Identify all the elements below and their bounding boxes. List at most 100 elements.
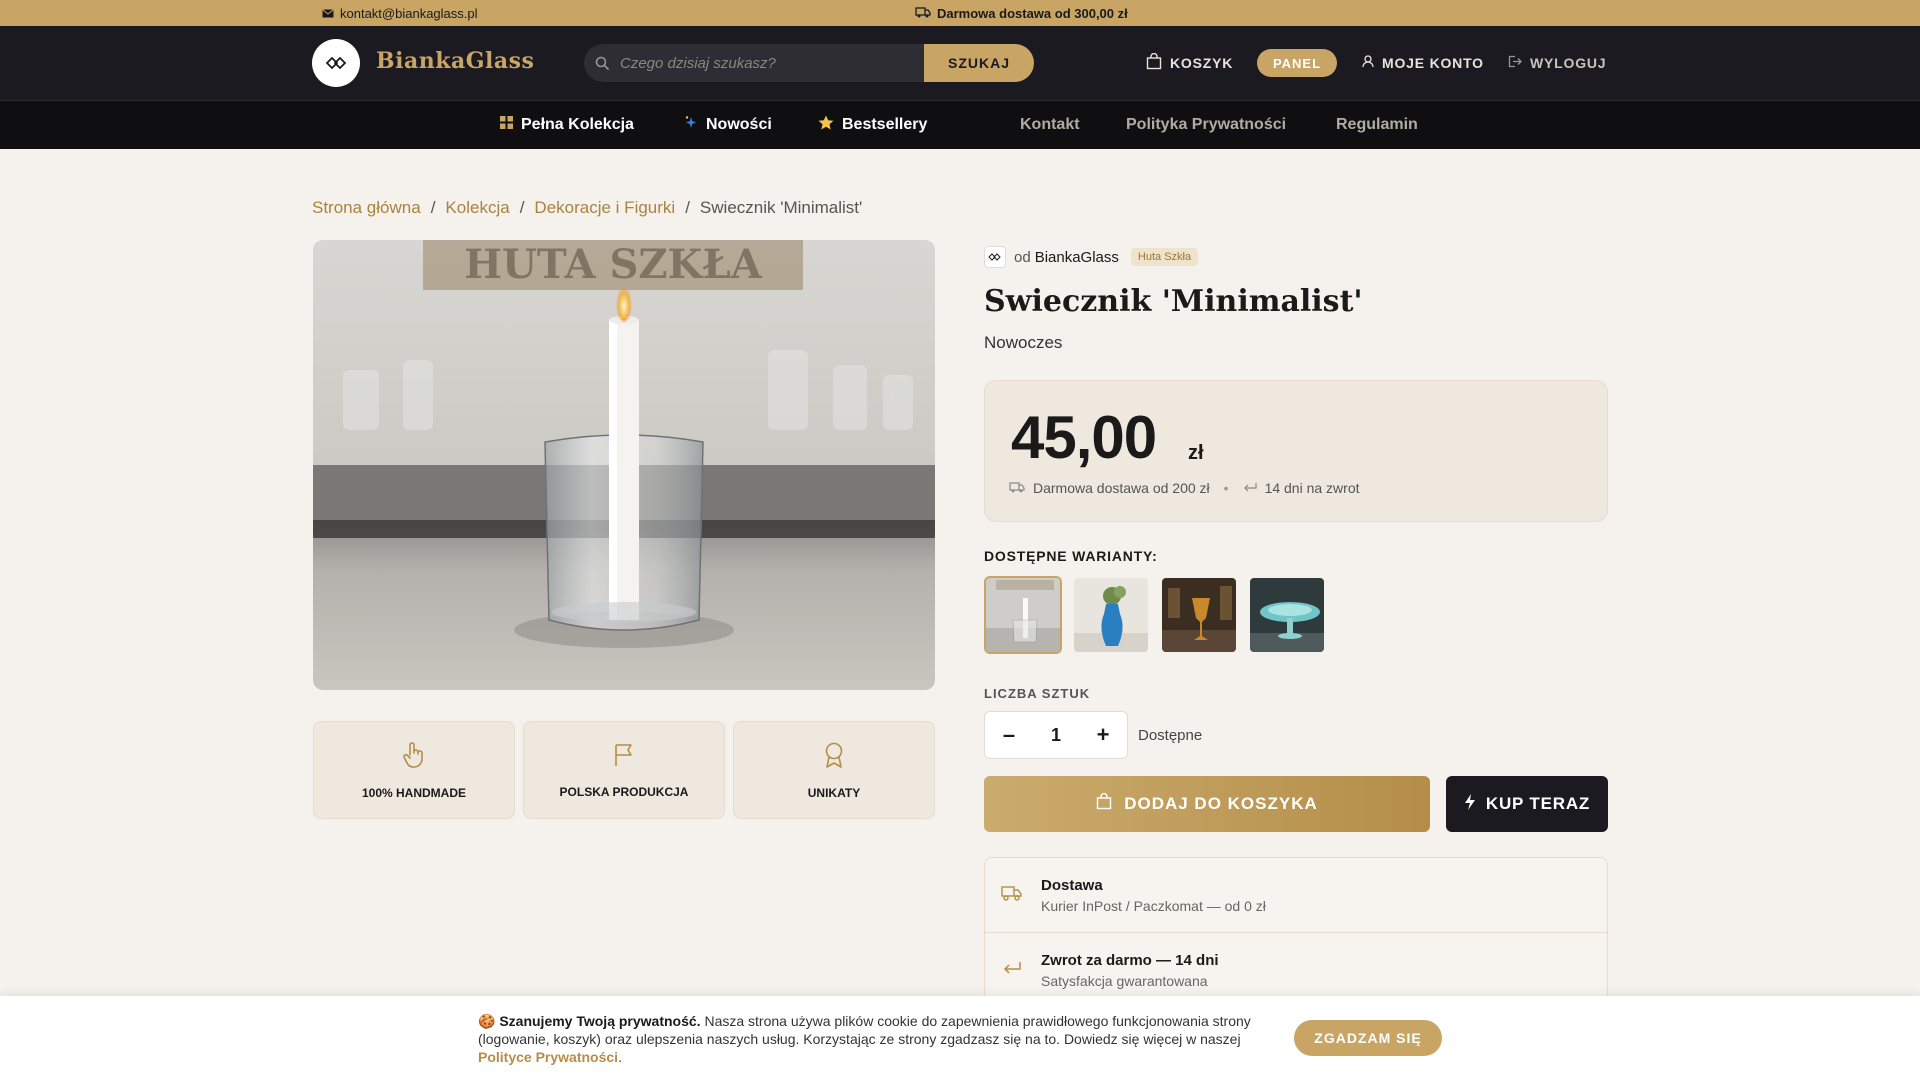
vendor-name[interactable]: BiankaGlass — [1035, 249, 1119, 266]
add-to-cart-button[interactable]: DODAJ DO KOSZYKA — [984, 776, 1430, 832]
product-image[interactable]: HUTA SZKŁA — [313, 240, 935, 690]
quantity-value[interactable]: 1 — [1033, 725, 1079, 746]
nav-new[interactable]: Nowości — [684, 101, 772, 149]
hand-icon — [401, 741, 427, 774]
feature-polish-production: POLSKA PRODUKCJA — [523, 721, 725, 819]
search-icon — [584, 44, 620, 82]
cookie-period: . — [618, 1049, 622, 1065]
grid-icon — [500, 116, 513, 134]
nav-full-collection-label: Pełna Kolekcja — [521, 116, 634, 133]
free-shipping-text: Darmowa dostawa od 200 zł — [1033, 480, 1210, 496]
buy-now-button[interactable]: KUP TERAZ — [1446, 776, 1608, 832]
top-bar: kontakt@biankaglass.pl Darmowa dostawa o… — [0, 0, 1920, 26]
product-subtitle: Nowoczes — [984, 333, 1063, 352]
add-to-cart-label: DODAJ DO KOSZYKA — [1124, 794, 1318, 813]
logo-icon — [325, 56, 347, 70]
nav-terms[interactable]: Regulamin — [1336, 101, 1418, 149]
nav-contact[interactable]: Kontakt — [1020, 101, 1080, 149]
star-icon — [818, 115, 834, 135]
site-header: BiankaGlass SZUKAJ KOSZYK PANEL MOJE KON… — [0, 26, 1920, 100]
price-currency: zł — [1188, 442, 1204, 464]
breadcrumb: Strona główna / Kolekcja / Dekoracje i F… — [312, 198, 862, 218]
nav-bestsellers-label: Bestsellery — [842, 116, 928, 133]
shopping-bag-icon — [1096, 792, 1112, 815]
logo-text[interactable]: BiankaGlass — [376, 48, 534, 74]
shipping-text: Darmowa dostawa od 300,00 zł — [937, 5, 1128, 21]
feature-label: 100% HANDMADE — [361, 785, 467, 800]
returns-text: 14 dni na zwrot — [1264, 480, 1360, 496]
vendor-logo[interactable] — [984, 246, 1006, 268]
search-bar: SZUKAJ — [584, 44, 1034, 82]
truck-icon — [1001, 885, 1023, 906]
feature-handmade: 100% HANDMADE — [313, 721, 515, 819]
product-title: Swiecznik 'Minimalist' — [984, 284, 1363, 319]
feature-label: UNIKATY — [807, 785, 861, 800]
variant-thumb-teal-bowl[interactable] — [1248, 576, 1326, 654]
nav-bestsellers[interactable]: Bestsellery — [818, 101, 927, 149]
breadcrumb-category[interactable]: Dekoracje i Figurki — [534, 198, 675, 218]
nav-full-collection[interactable]: Pełna Kolekcja — [500, 101, 634, 149]
shopping-bag-icon — [1146, 52, 1162, 73]
feature-unique: UNIKATY — [733, 721, 935, 819]
logout-icon — [1508, 55, 1522, 71]
vendor-info: od BiankaGlass Huta Szkła — [984, 246, 1199, 268]
truck-icon — [915, 6, 931, 21]
return-icon — [1243, 480, 1257, 496]
increase-button[interactable]: + — [1079, 722, 1127, 748]
accept-cookies-button[interactable]: ZGADZAM SIĘ — [1294, 1020, 1442, 1056]
shipping-notice: Darmowa dostawa od 300,00 zł — [915, 6, 1128, 21]
variant-thumb-blue-vase[interactable] — [1072, 576, 1150, 654]
variant-thumb-candle[interactable] — [984, 576, 1062, 654]
sparkle-icon — [684, 115, 698, 135]
cookie-title: Szanujemy Twoją prywatność. — [499, 1013, 701, 1029]
breadcrumb-separator: / — [519, 198, 525, 217]
breadcrumb-current: Swiecznik 'Minimalist' — [699, 198, 863, 217]
lightning-icon — [1464, 793, 1476, 815]
returns-sub: Satysfakcja gwarantowana — [1041, 972, 1208, 989]
logout-link[interactable]: WYLOGUJ — [1508, 26, 1606, 100]
cookie-banner: 🍪 Szanujemy Twoją prywatność. Nasza stro… — [0, 996, 1920, 1080]
delivery-row: Dostawa Kurier InPost / Paczkomat — od 0… — [985, 858, 1607, 933]
search-button[interactable]: SZUKAJ — [924, 44, 1034, 82]
logo-mark[interactable] — [312, 39, 360, 87]
separator-dot: • — [1223, 480, 1229, 496]
breadcrumb-home[interactable]: Strona główna — [312, 198, 421, 218]
sign-text: HUTA SZKŁA — [464, 241, 762, 288]
nav-privacy[interactable]: Polityka Prywatności — [1126, 101, 1286, 149]
email-text: kontakt@biankaglass.pl — [340, 5, 478, 21]
panel-button[interactable]: PANEL — [1257, 49, 1337, 77]
breadcrumb-collection[interactable]: Kolekcja — [445, 198, 509, 218]
variant-thumb-amber-glass[interactable] — [1160, 576, 1238, 654]
privacy-policy-link[interactable]: Polityce Prywatności — [478, 1049, 618, 1065]
availability-status: Dostępne — [1138, 727, 1203, 744]
delivery-title: Dostawa — [1041, 876, 1103, 894]
vendor-prefix: od — [1014, 248, 1031, 266]
cart-label: KOSZYK — [1170, 55, 1234, 71]
delivery-sub: Kurier InPost / Paczkomat — od 0 zł — [1041, 897, 1266, 914]
flag-icon — [612, 742, 636, 773]
contact-email[interactable]: kontakt@biankaglass.pl — [322, 6, 478, 21]
vendor-badge: Huta Szkła — [1130, 248, 1199, 266]
breadcrumb-separator: / — [430, 198, 436, 217]
account-link[interactable]: MOJE KONTO — [1362, 26, 1484, 100]
cookie-text-block: 🍪 Szanujemy Twoją prywatność. Nasza stro… — [478, 1012, 1278, 1066]
cart-link[interactable]: KOSZYK — [1146, 26, 1233, 100]
account-label: MOJE KONTO — [1382, 55, 1484, 71]
quantity-stepper: – 1 + — [984, 711, 1128, 759]
returns-title: Zwrot za darmo — 14 dni — [1041, 951, 1219, 969]
decrease-button[interactable]: – — [985, 722, 1033, 748]
award-icon — [822, 741, 846, 774]
buy-now-label: KUP TERAZ — [1485, 794, 1591, 813]
user-icon — [1362, 55, 1374, 71]
logout-label: WYLOGUJ — [1530, 55, 1607, 71]
product-price: 45,00 — [1011, 404, 1157, 471]
delivery-info-box: Dostawa Kurier InPost / Paczkomat — od 0… — [984, 857, 1608, 1017]
main-navigation: Pełna Kolekcja Nowości Bestsellery Konta… — [0, 100, 1920, 149]
price-box: 45,00 zł Darmowa dostawa od 200 zł • 14 … — [984, 380, 1608, 522]
mail-icon — [322, 6, 334, 21]
nav-new-label: Nowości — [706, 116, 772, 133]
cookie-emoji: 🍪 — [478, 1013, 496, 1029]
breadcrumb-separator: / — [685, 198, 690, 217]
return-icon — [1001, 960, 1023, 981]
search-input[interactable] — [620, 44, 924, 82]
